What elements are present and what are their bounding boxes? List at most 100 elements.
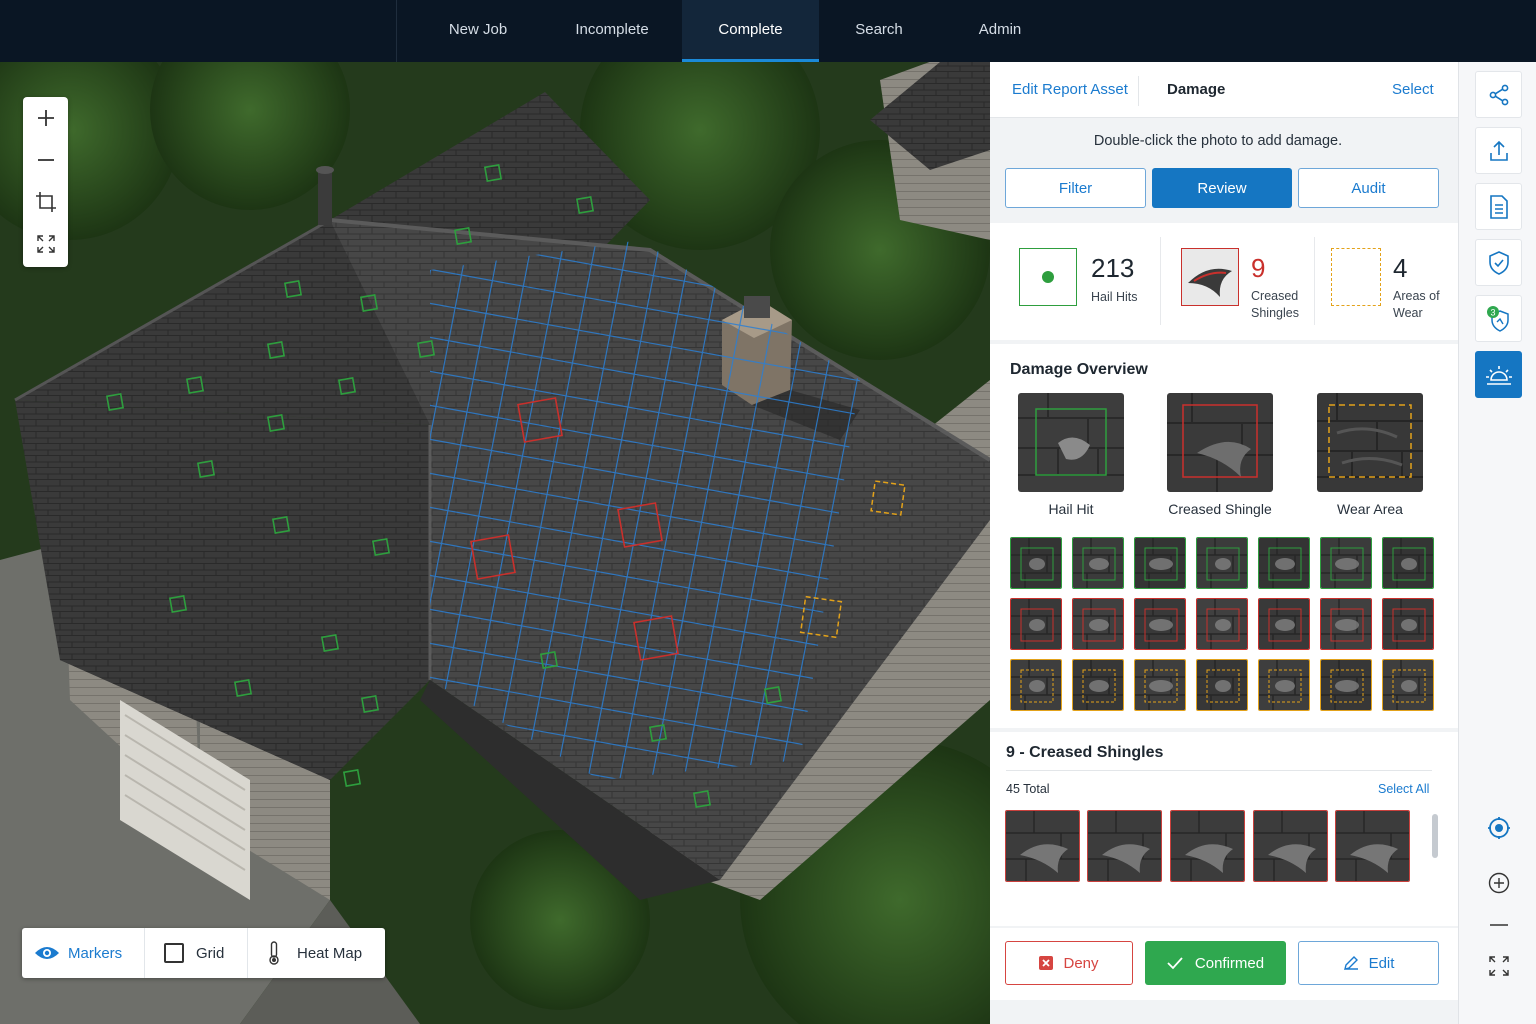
layer-toggle-bar: Markers Grid Heat Map [22, 928, 385, 978]
hail-dot-icon [1042, 271, 1054, 283]
damage-thumbnail[interactable] [1010, 659, 1062, 711]
crop-icon [35, 192, 56, 212]
damage-thumbnail[interactable] [1134, 537, 1186, 589]
tab-new-job[interactable]: New Job [414, 0, 542, 62]
damage-thumbnail[interactable] [1258, 537, 1310, 589]
damage-thumbnail[interactable] [1134, 659, 1186, 711]
layer-separator [247, 928, 248, 978]
tab-search[interactable]: Search [822, 0, 936, 62]
damage-thumbnail-photo [1259, 599, 1309, 649]
deny-button[interactable]: Deny [1005, 941, 1133, 985]
overview-wear-area-label: Wear Area [1337, 501, 1403, 517]
top-nav: New Job Incomplete Complete Search Admin [0, 0, 1536, 62]
strip-scrollbar[interactable] [1432, 814, 1438, 858]
edit-button[interactable]: Edit [1298, 941, 1439, 985]
expand-arrows-icon [36, 235, 55, 253]
creased-shingle-photo [1171, 811, 1244, 881]
report-button[interactable] [1475, 183, 1522, 230]
damage-thumbnail[interactable] [1072, 659, 1124, 711]
rail-zoom-out-button[interactable] [1475, 905, 1522, 945]
heat-map-toggle[interactable]: Heat Map [267, 928, 385, 978]
shield-check-icon [1488, 250, 1509, 275]
select-link[interactable]: Select [1392, 81, 1434, 98]
creased-shingle-thumbnail[interactable] [1335, 810, 1410, 882]
damage-thumbnail-photo [1135, 538, 1185, 588]
damage-thumbnail[interactable] [1196, 598, 1248, 650]
verify-button[interactable] [1475, 239, 1522, 286]
rail-zoom-in-button[interactable] [1475, 863, 1522, 903]
damage-thumbnail[interactable] [1258, 659, 1310, 711]
grid-checkbox[interactable] [164, 943, 184, 963]
damage-thumbnail-photo [1321, 660, 1371, 710]
select-all-link[interactable]: Select All [1378, 782, 1429, 796]
tab-admin[interactable]: Admin [940, 0, 1060, 62]
tab-incomplete[interactable]: Incomplete [546, 0, 678, 62]
document-icon [1489, 194, 1508, 219]
confirmed-button[interactable]: Confirmed [1145, 941, 1286, 985]
locate-button[interactable] [1475, 808, 1522, 848]
creased-shingle-photo [1006, 811, 1079, 881]
card-divider [1006, 770, 1432, 771]
creased-shingle-thumbnail[interactable] [1087, 810, 1162, 882]
overview-wear-area-image[interactable] [1317, 393, 1423, 492]
upload-button[interactable] [1475, 127, 1522, 174]
damage-thumbnail[interactable] [1320, 659, 1372, 711]
overview-hail-hit-label: Hail Hit [1048, 501, 1094, 517]
damage-thumbnail-photo [1073, 660, 1123, 710]
pencil-icon [1343, 956, 1358, 970]
grid-label: Grid [196, 944, 225, 962]
deny-x-icon [1039, 956, 1054, 970]
edit-report-asset-link[interactable]: Edit Report Asset [1012, 81, 1128, 98]
sunrise-icon [1485, 365, 1512, 385]
creased-shingle-thumbnail[interactable] [1170, 810, 1245, 882]
damage-thumbnail[interactable] [1382, 598, 1434, 650]
review-button[interactable]: Review [1152, 168, 1292, 208]
hail-hit-photo [1018, 393, 1124, 492]
creased-shingles-title: 9 - Creased Shingles [1006, 744, 1164, 761]
damage-thumbnail[interactable] [1320, 537, 1372, 589]
damage-thumbnail-photo [1197, 660, 1247, 710]
aerial-roof-photo[interactable] [0, 62, 990, 1024]
zoom-in-button[interactable] [23, 97, 68, 139]
audit-button[interactable]: Audit [1298, 168, 1439, 208]
damage-thumbnail[interactable] [1134, 598, 1186, 650]
damage-thumbnail-photo [1135, 599, 1185, 649]
creased-shingle-thumbnail[interactable] [1253, 810, 1328, 882]
creased-shingle-thumbnail[interactable] [1005, 810, 1080, 882]
grid-toggle[interactable]: Grid [164, 928, 254, 978]
damage-thumbnail[interactable] [1196, 659, 1248, 711]
hail-hits-label: Hail Hits [1091, 290, 1138, 304]
damage-thumbnail[interactable] [1196, 537, 1248, 589]
fit-extent-button[interactable] [23, 223, 68, 265]
zoom-out-button[interactable] [23, 139, 68, 181]
markers-toggle[interactable]: Markers [34, 928, 144, 978]
damage-thumbnail[interactable] [1010, 537, 1062, 589]
damage-thumbnail[interactable] [1072, 598, 1124, 650]
share-button[interactable] [1475, 71, 1522, 118]
overview-hail-hit-image[interactable] [1018, 393, 1124, 492]
damage-thumbnail[interactable] [1320, 598, 1372, 650]
damage-overview-title: Damage Overview [1010, 361, 1148, 378]
minus-icon [1489, 924, 1508, 926]
panel-header: Edit Report Asset Damage Select [990, 62, 1458, 118]
damage-thumbnail[interactable] [1010, 598, 1062, 650]
minus-icon [37, 159, 54, 161]
damage-thumbnail[interactable] [1258, 598, 1310, 650]
rail-fullscreen-button[interactable] [1475, 946, 1522, 986]
filter-button[interactable]: Filter [1005, 168, 1146, 208]
damage-thumbnail-photo [1383, 660, 1433, 710]
overview-creased-shingle-image[interactable] [1167, 393, 1273, 492]
tab-complete[interactable]: Complete [682, 0, 819, 62]
damage-panel: Edit Report Asset Damage Select Double-c… [990, 62, 1458, 1024]
damage-thumbnail[interactable] [1072, 537, 1124, 589]
inspection-status-button[interactable]: 3 [1475, 295, 1522, 342]
aerial-map[interactable]: Markers Grid Heat Map [0, 62, 990, 1024]
crop-button[interactable] [23, 181, 68, 223]
creased-shingle-photo [1088, 811, 1161, 881]
damage-thumbnail[interactable] [1382, 659, 1434, 711]
weather-overlay-button[interactable] [1475, 351, 1522, 398]
damage-thumbnail[interactable] [1382, 537, 1434, 589]
wear-area-sample [1331, 248, 1381, 306]
stat-divider [1314, 237, 1315, 325]
damage-thumbnail-photo [1321, 538, 1371, 588]
